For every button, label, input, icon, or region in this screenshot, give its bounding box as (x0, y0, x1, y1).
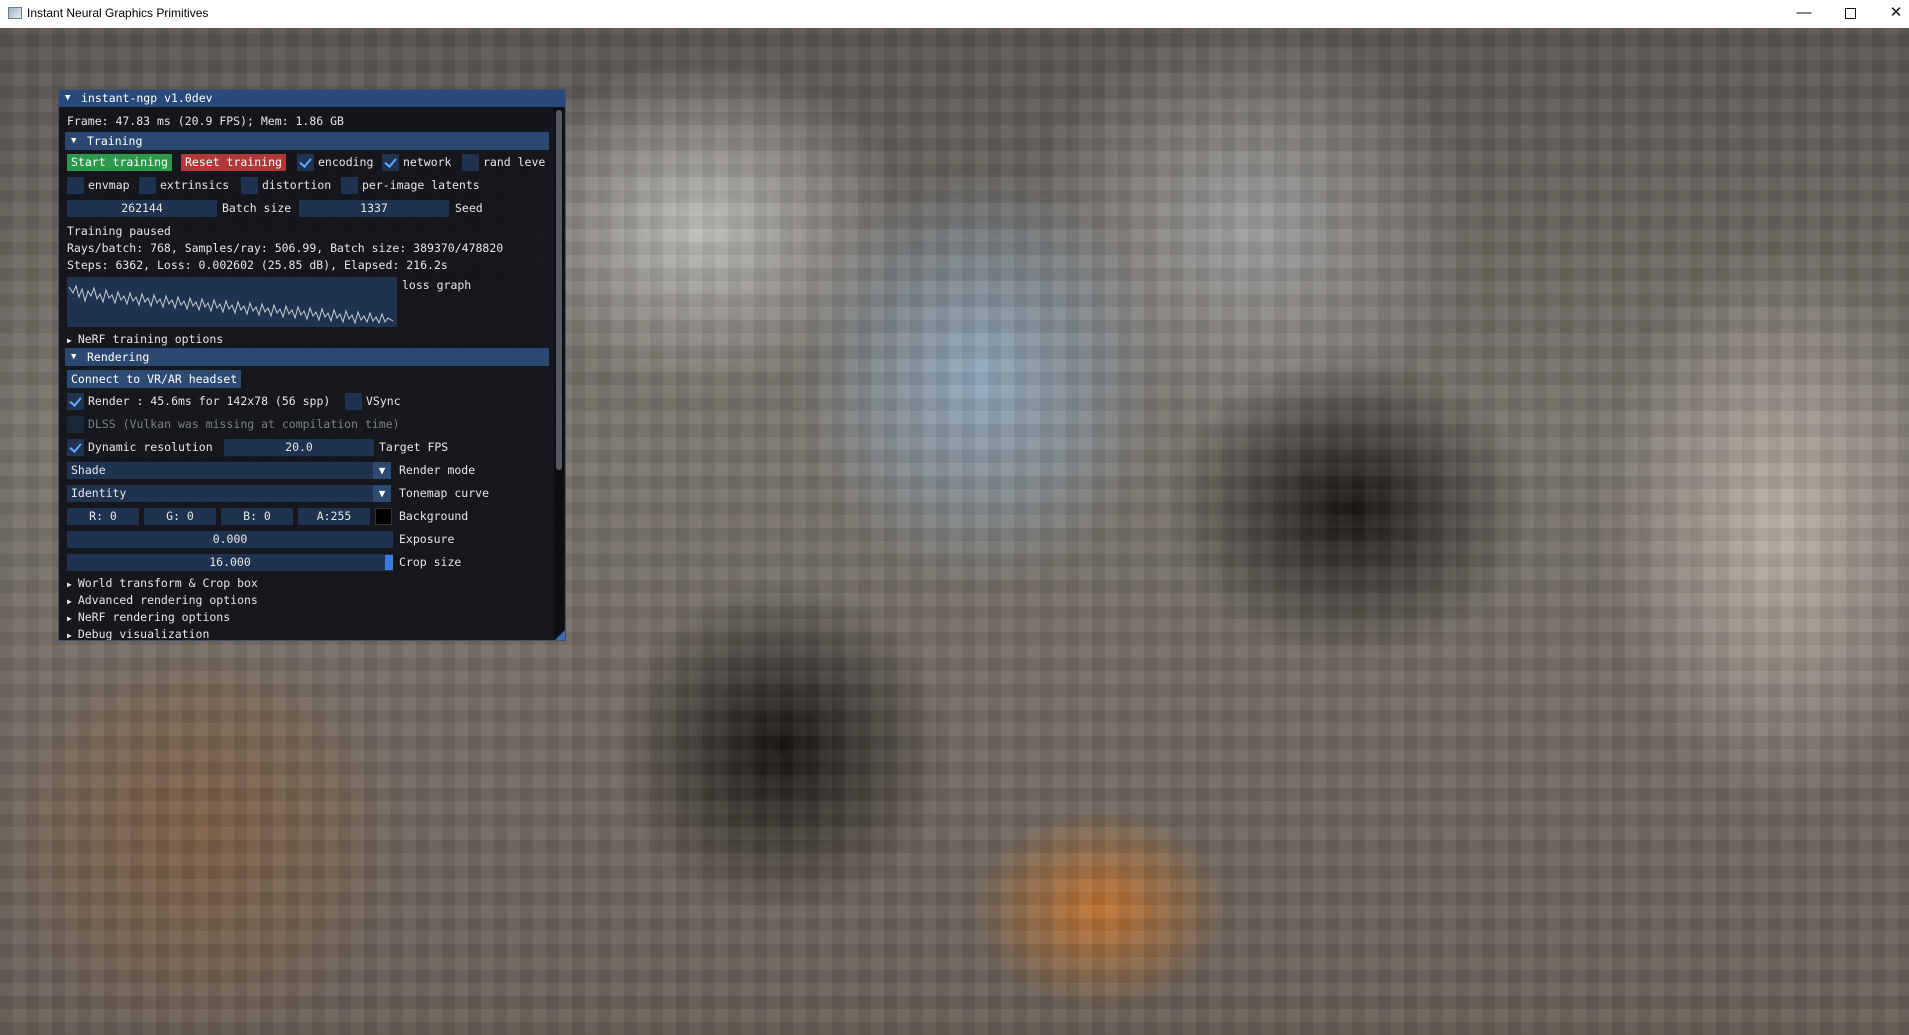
training-header[interactable]: ▼ Training (65, 132, 549, 150)
render-checkbox[interactable] (67, 393, 84, 410)
target-fps-slider[interactable]: 20.0 (224, 439, 374, 456)
advanced-rendering-node[interactable]: ▶ Advanced rendering options (67, 592, 258, 610)
expand-arrow-icon: ▶ (67, 336, 72, 345)
frame-info: Frame: 47.83 ms (20.9 FPS); Mem: 1.86 GB (67, 114, 344, 128)
expand-arrow-icon: ▶ (67, 597, 72, 606)
rendering-collapse-icon: ▼ (71, 352, 77, 362)
debug-visualization-node[interactable]: ▶ Debug visualization (67, 626, 210, 641)
rand-levels-checkbox[interactable] (462, 154, 479, 171)
network-checkbox[interactable] (382, 154, 399, 171)
rays-info: Rays/batch: 768, Samples/ray: 506.99, Ba… (67, 241, 504, 255)
loss-graph-plot (68, 284, 394, 325)
distortion-checkbox[interactable] (241, 177, 258, 194)
tonemap-combo[interactable]: Identity (67, 485, 381, 502)
nerf-training-options-label: NeRF training options (77, 332, 224, 346)
network-label: network (403, 155, 452, 169)
envmap-checkbox[interactable] (67, 177, 84, 194)
expand-arrow-icon: ▶ (67, 614, 72, 623)
batch-size-input[interactable]: 262144 (67, 200, 217, 217)
nerf-rendering-label: NeRF rendering options (77, 610, 231, 624)
world-transform-label: World transform & Crop box (77, 576, 258, 590)
panel-titlebar[interactable]: ▼ instant-ngp v1.0dev (59, 90, 565, 107)
window-title: Instant Neural Graphics Primitives (27, 6, 209, 20)
training-status: Training paused (67, 224, 171, 238)
start-training-button[interactable]: Start training (67, 154, 172, 171)
rand-levels-label: rand leve (483, 155, 546, 169)
render-label: Render : 45.6ms for 142x78 (56 spp) (88, 394, 331, 408)
rendering-header-label: Rendering (87, 350, 150, 364)
reset-training-button[interactable]: Reset training (181, 154, 286, 171)
render-mode-dropdown-icon[interactable]: ▼ (373, 462, 391, 479)
maximize-button[interactable] (1827, 0, 1873, 28)
extrinsics-label: extrinsics (160, 178, 230, 192)
background-label: Background (399, 509, 469, 523)
vr-connect-button[interactable]: Connect to VR/AR headset (67, 370, 242, 388)
panel-title: instant-ngp v1.0dev (81, 91, 213, 105)
background-color-swatch[interactable] (375, 508, 392, 525)
instant-ngp-panel[interactable]: ▼ instant-ngp v1.0dev Frame: 47.83 ms (2… (58, 89, 566, 641)
background-a-input[interactable]: A:255 (298, 508, 370, 525)
steps-info: Steps: 6362, Loss: 0.002602 (25.85 dB), … (67, 258, 448, 272)
resize-grip-icon[interactable] (555, 630, 565, 640)
dlss-label: DLSS (Vulkan was missing at compilation … (88, 417, 400, 431)
scrollbar-thumb[interactable] (556, 110, 562, 470)
background-r-input[interactable]: R: 0 (67, 508, 139, 525)
seed-input[interactable]: 1337 (299, 200, 449, 217)
dynamic-resolution-label: Dynamic resolution (88, 440, 213, 454)
world-transform-node[interactable]: ▶ World transform & Crop box (67, 575, 258, 593)
vsync-label: VSync (366, 394, 401, 408)
maximize-icon (1844, 8, 1856, 19)
crop-size-slider-grab[interactable] (385, 555, 393, 570)
debug-visualization-label: Debug visualization (77, 627, 210, 641)
loss-graph (67, 277, 397, 327)
tonemap-dropdown-icon[interactable]: ▼ (373, 485, 391, 502)
batch-size-label: Batch size (222, 201, 292, 215)
training-header-label: Training (87, 134, 143, 148)
extrinsics-checkbox[interactable] (139, 177, 156, 194)
nerf-rendering-node[interactable]: ▶ NeRF rendering options (67, 609, 230, 627)
crop-size-label: Crop size (399, 555, 462, 569)
background-g-input[interactable]: G: 0 (144, 508, 216, 525)
tonemap-label: Tonemap curve (399, 486, 490, 500)
window-titlebar: Instant Neural Graphics Primitives — ✕ (0, 0, 1909, 28)
crop-size-slider[interactable]: 16.000 (67, 554, 393, 571)
encoding-checkbox[interactable] (297, 154, 314, 171)
encoding-label: encoding (318, 155, 374, 169)
target-fps-label: Target FPS (379, 440, 449, 454)
nerf-training-options-node[interactable]: ▶ NeRF training options (67, 331, 223, 349)
collapse-arrow-icon[interactable]: ▼ (65, 90, 70, 107)
dynamic-resolution-checkbox[interactable] (67, 439, 84, 456)
dlss-checkbox (67, 416, 84, 433)
training-collapse-icon: ▼ (71, 136, 77, 146)
minimize-button[interactable]: — (1781, 0, 1827, 28)
advanced-rendering-label: Advanced rendering options (77, 593, 258, 607)
loss-graph-label: loss graph (402, 278, 472, 292)
exposure-slider[interactable]: 0.000 (67, 531, 393, 548)
app-icon (8, 7, 22, 19)
render-mode-combo[interactable]: Shade (67, 462, 381, 479)
expand-arrow-icon: ▶ (67, 631, 72, 640)
exposure-label: Exposure (399, 532, 455, 546)
close-button[interactable]: ✕ (1873, 0, 1909, 28)
render-mode-label: Render mode (399, 463, 476, 477)
envmap-label: envmap (88, 178, 130, 192)
background-b-input[interactable]: B: 0 (221, 508, 293, 525)
latents-checkbox[interactable] (341, 177, 358, 194)
rendering-header[interactable]: ▼ Rendering (65, 348, 549, 366)
panel-scrollbar[interactable] (554, 108, 564, 640)
latents-label: per-image latents (362, 178, 480, 192)
expand-arrow-icon: ▶ (67, 580, 72, 589)
distortion-label: distortion (262, 178, 332, 192)
vsync-checkbox[interactable] (345, 393, 362, 410)
seed-label: Seed (455, 201, 483, 215)
